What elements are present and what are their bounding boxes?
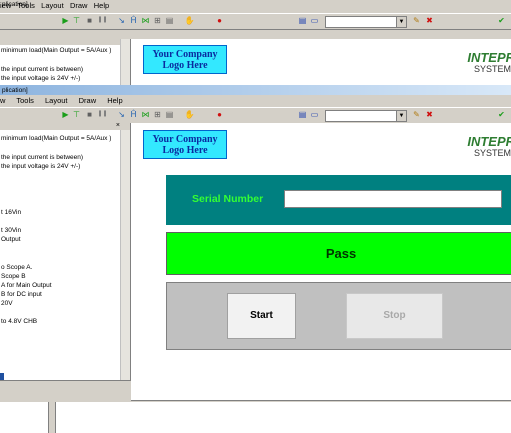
back-scrollbar[interactable]: [120, 39, 130, 85]
menu-layout[interactable]: Layout: [45, 96, 68, 105]
hand-icon[interactable]: ✋: [184, 109, 195, 120]
back-toolbar: ▶ ⊤ ■ ❚❚ ↘ Ĥ ⋈ ⊞ ▤ ✋ ● ▤ ▭ ▼ ✎ ✖ ✔: [0, 13, 511, 30]
stop-label: Stop: [383, 310, 406, 321]
script-line: t 16Vin: [1, 209, 22, 216]
pencil-icon[interactable]: ✎: [411, 109, 422, 120]
chevron-down-icon[interactable]: ▼: [396, 17, 406, 27]
close-x-icon[interactable]: ✖: [424, 15, 435, 26]
pane-header: ×: [0, 123, 130, 130]
script-line: minimum load(Main Output = 5A/Aux ): [1, 47, 112, 54]
script-line: the input voltage is 24V +/-): [1, 75, 81, 82]
start-label: Start: [250, 310, 273, 321]
fx5-icon[interactable]: ▤: [164, 15, 175, 26]
pause-icon[interactable]: ❚❚: [97, 15, 108, 26]
front-menubar: w Tools Layout Draw Help: [0, 95, 511, 107]
layout2-icon[interactable]: ▭: [309, 15, 320, 26]
back-script-pane[interactable]: minimum load(Main Output = 5A/Aux ) the …: [0, 39, 131, 85]
layout2-icon[interactable]: ▭: [309, 109, 320, 120]
front-titlebar: plication]: [0, 85, 511, 95]
back-pane-header: [0, 39, 130, 45]
brand-sub: SYSTEM: [473, 148, 511, 158]
back-logo: Your Company Logo Here: [143, 45, 227, 74]
serial-label: Serial Number: [192, 193, 264, 205]
stop-icon[interactable]: ■: [84, 15, 95, 26]
hand-icon[interactable]: ✋: [184, 15, 195, 26]
close-icon[interactable]: ×: [116, 123, 120, 129]
h-scrollbar[interactable]: [0, 380, 131, 401]
front-toolbar: ▶ ⊤ ■ ❚❚ ↘ Ĥ ⋈ ⊞ ▤ ✋ ● ▤ ▭ ▼ ✎ ✖ ✔: [0, 107, 511, 124]
layout-icon[interactable]: ▤: [297, 109, 308, 120]
record-icon[interactable]: ●: [214, 15, 225, 26]
fx1-icon[interactable]: ↘: [116, 109, 127, 120]
run-icon[interactable]: ▶: [60, 109, 71, 120]
script-line: Scope B: [1, 273, 26, 280]
check-icon[interactable]: ✔: [496, 109, 507, 120]
menu-draw[interactable]: Draw: [79, 96, 97, 105]
script-line: 20V: [1, 300, 13, 307]
back-brand: INTEPR: [467, 50, 511, 65]
pass-label: Pass: [325, 246, 357, 261]
logo-line2: Logo Here: [162, 60, 208, 71]
menu-help[interactable]: Help: [94, 1, 109, 10]
script-line: B for DC input: [1, 291, 42, 298]
script-line: A for Main Output: [1, 282, 52, 289]
back-canvas: Your Company Logo Here INTEPR SYSTEM: [131, 39, 511, 85]
script-line: the input current is between): [1, 66, 84, 73]
script-line: Output: [1, 236, 21, 243]
fx4-icon[interactable]: ⊞: [152, 109, 163, 120]
control-panel: Start Stop: [166, 282, 511, 350]
front-combo[interactable]: ▼: [325, 110, 407, 122]
start-button[interactable]: Start: [227, 293, 296, 339]
fx4-icon[interactable]: ⊞: [152, 15, 163, 26]
fx2-icon[interactable]: Ĥ: [128, 109, 139, 120]
menu-help[interactable]: Help: [107, 96, 122, 105]
script-line: the input voltage is 24V +/-): [1, 163, 81, 170]
logo-line1: Your Company: [152, 134, 218, 145]
script-line: t 30Vin: [1, 227, 22, 234]
layout-icon[interactable]: ▤: [297, 15, 308, 26]
brand-name: INTEPR: [467, 134, 511, 149]
canvas: Your Company Logo Here INTEPR SYSTEM Ser…: [131, 123, 511, 400]
close-x-icon[interactable]: ✖: [424, 109, 435, 120]
chevron-down-icon[interactable]: ▼: [396, 111, 406, 121]
menu-view[interactable]: w: [0, 96, 5, 105]
stop-button[interactable]: Stop: [346, 293, 443, 339]
output-pane: [0, 402, 49, 433]
script-line: minimum load(Main Output = 5A/Aux ): [1, 135, 112, 142]
stop-icon[interactable]: ■: [84, 109, 95, 120]
pass-indicator: Pass: [166, 232, 511, 275]
step-icon[interactable]: ⊤: [71, 109, 82, 120]
back-combo[interactable]: ▼: [325, 16, 407, 28]
script-scrollbar[interactable]: [120, 130, 130, 380]
fx3-icon[interactable]: ⋈: [140, 15, 151, 26]
fx1-icon[interactable]: ↘: [116, 15, 127, 26]
fx2-icon[interactable]: Ĥ: [128, 15, 139, 26]
script-line: to 4.8V CHB: [1, 318, 38, 325]
back-titlebar: plication]: [2, 1, 28, 8]
check-icon[interactable]: ✔: [496, 15, 507, 26]
pencil-icon[interactable]: ✎: [411, 15, 422, 26]
step-icon[interactable]: ⊤: [71, 15, 82, 26]
record-icon[interactable]: ●: [214, 109, 225, 120]
output-pane-right: [55, 402, 511, 433]
front-title: plication]: [2, 87, 28, 94]
menu-tools[interactable]: Tools: [16, 96, 34, 105]
back-window: iew Tools Layout Draw Help ▶ ⊤ ■ ❚❚ ↘ Ĥ …: [0, 0, 511, 30]
back-menubar: iew Tools Layout Draw Help: [0, 0, 511, 13]
fx5-icon[interactable]: ▤: [164, 109, 175, 120]
back-brand-sub: SYSTEM: [473, 64, 511, 74]
logo-box: Your Company Logo Here: [143, 130, 227, 159]
pause-icon[interactable]: ❚❚: [97, 109, 108, 120]
fx3-icon[interactable]: ⋈: [140, 109, 151, 120]
menu-draw[interactable]: Draw: [70, 1, 88, 10]
script-line: the input current is between): [1, 154, 84, 161]
logo-line2: Logo Here: [162, 145, 208, 156]
selection-marker: [0, 373, 4, 380]
serial-panel: Serial Number: [166, 175, 511, 225]
run-icon[interactable]: ▶: [60, 15, 71, 26]
script-line: o Scope A.: [1, 264, 33, 271]
script-pane[interactable]: × minimum load(Main Output = 5A/Aux ) th…: [0, 123, 131, 380]
logo-line1: Your Company: [152, 49, 218, 60]
serial-input[interactable]: [284, 190, 502, 208]
